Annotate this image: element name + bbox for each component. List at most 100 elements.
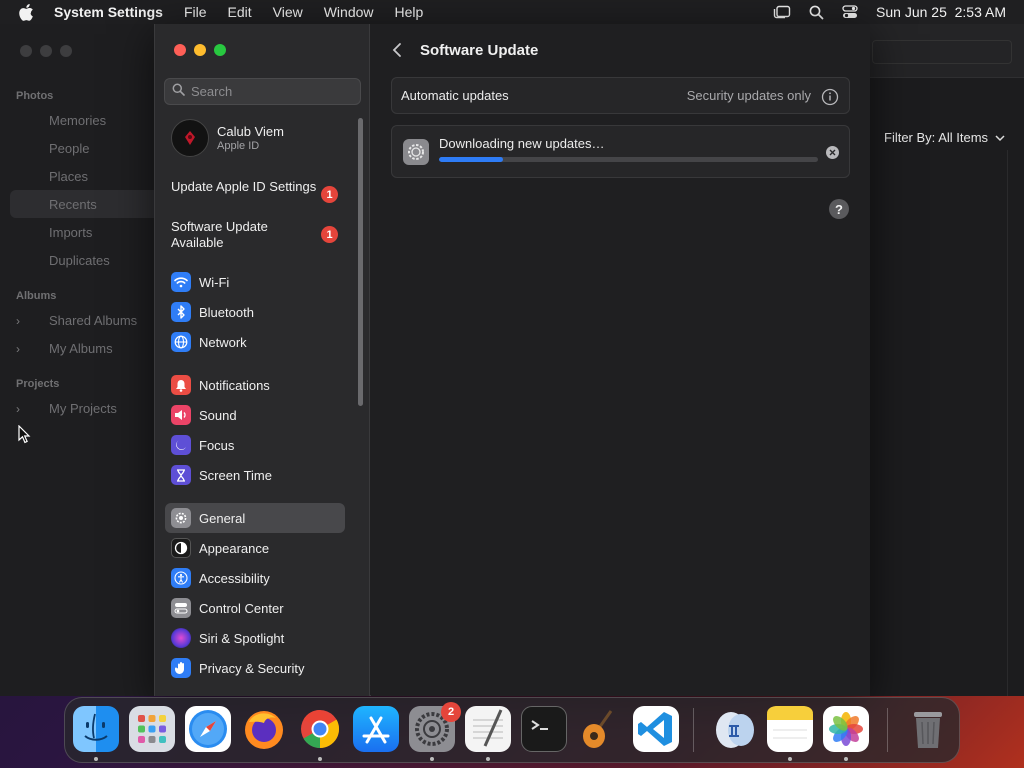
cancel-download-icon[interactable]: [826, 146, 839, 159]
dock-chrome[interactable]: [297, 706, 343, 752]
dock-launchpad[interactable]: [129, 706, 175, 752]
sidebar-item-label: Wi-Fi: [199, 274, 230, 290]
dock-separator: [693, 708, 694, 752]
dock-finder[interactable]: [73, 706, 119, 752]
dock-safari[interactable]: [185, 706, 231, 752]
filter-value: All Items: [938, 130, 989, 145]
vscode-icon: [638, 712, 672, 746]
photos-search-field[interactable]: [872, 40, 1012, 64]
update-apple-id-settings[interactable]: Update Apple ID Settings: [171, 179, 321, 195]
dock-garageband[interactable]: [577, 706, 623, 752]
photos-item-places[interactable]: Places: [49, 169, 88, 184]
close-button[interactable]: [174, 44, 186, 56]
automatic-updates-label: Automatic updates: [401, 88, 509, 103]
dock-notification-badge: 2: [441, 702, 461, 722]
sidebar-item-screen-time[interactable]: Screen Time: [171, 464, 272, 486]
settings-window: Calub Viem Apple ID Update Apple ID Sett…: [154, 24, 870, 696]
sidebar-item-wifi[interactable]: Wi-Fi: [171, 271, 229, 293]
photos-item-duplicates[interactable]: Duplicates: [49, 253, 110, 268]
projects-section-header: Projects: [16, 378, 60, 390]
search-input[interactable]: [191, 84, 351, 99]
sidebar-item-appearance[interactable]: Appearance: [171, 537, 269, 559]
dock-photos[interactable]: [823, 706, 869, 752]
sidebar-item-label: Control Center: [199, 600, 284, 616]
sidebar-scrollbar[interactable]: [358, 118, 363, 406]
help-button[interactable]: ?: [829, 199, 849, 219]
chevron-right-icon[interactable]: ›: [16, 314, 20, 328]
download-progress-bar: [439, 157, 818, 162]
menu-file[interactable]: File: [184, 4, 207, 20]
spotlight-icon[interactable]: [809, 5, 824, 20]
download-progress-row: Downloading new updates…: [391, 125, 850, 178]
dock: 2: [64, 697, 960, 763]
sidebar-item-control-center[interactable]: Control Center: [171, 597, 284, 619]
menu-view[interactable]: View: [273, 4, 303, 20]
clock[interactable]: Sun Jun 25 2:53 AM: [876, 4, 1006, 20]
dock-textedit[interactable]: [465, 706, 511, 752]
apple-id-row[interactable]: Calub Viem Apple ID: [171, 119, 284, 157]
avatar: [171, 119, 209, 157]
photos-item-recents[interactable]: Recents: [49, 197, 97, 212]
dock-trash[interactable]: [905, 706, 951, 752]
dock-terminal[interactable]: [521, 706, 567, 752]
search-field[interactable]: [164, 78, 361, 105]
sidebar-item-siri-spotlight[interactable]: Siri & Spotlight: [171, 627, 284, 649]
menu-window[interactable]: Window: [324, 4, 374, 20]
sidebar-item-bluetooth[interactable]: Bluetooth: [171, 301, 254, 323]
minimize-button[interactable]: [194, 44, 206, 56]
sidebar-item-sound[interactable]: Sound: [171, 404, 237, 426]
menu-edit[interactable]: Edit: [228, 4, 252, 20]
dock-notes[interactable]: [767, 706, 813, 752]
user-subtitle: Apple ID: [217, 140, 260, 152]
photos-window-controls[interactable]: [20, 45, 72, 57]
sidebar-item-privacy-security[interactable]: Privacy & Security: [171, 657, 304, 679]
textedit-icon: [473, 709, 503, 747]
sidebar-item-label: Sound: [199, 407, 237, 423]
filter-by-menu[interactable]: Filter By: All Items: [884, 130, 1005, 145]
bluetooth-icon: [171, 302, 191, 322]
apple-menu-icon[interactable]: [18, 3, 36, 21]
back-chevron-icon[interactable]: [391, 42, 403, 63]
sidebar-item-focus[interactable]: Focus: [171, 434, 234, 456]
photos-item-my-projects[interactable]: My Projects: [49, 401, 117, 416]
chevron-right-icon[interactable]: ›: [16, 402, 20, 416]
photos-grid: [868, 150, 1008, 696]
automatic-updates-value: Security updates only: [686, 88, 811, 103]
app-menu[interactable]: System Settings: [54, 4, 163, 20]
sidebar-item-general[interactable]: General: [171, 507, 245, 529]
info-icon[interactable]: [821, 88, 839, 111]
sidebar-item-label: General: [199, 510, 246, 526]
bell-icon: [171, 375, 191, 395]
zoom-button[interactable]: [214, 44, 226, 56]
dock-vscode[interactable]: [633, 706, 679, 752]
sidebar-item-label: Screen Time: [199, 467, 272, 483]
sidebar-item-network[interactable]: Network: [171, 331, 247, 353]
sidebar-item-accessibility[interactable]: Accessibility: [171, 567, 270, 589]
dock-preview[interactable]: [711, 706, 757, 752]
photos-item-imports[interactable]: Imports: [49, 225, 92, 240]
firefox-icon: [245, 711, 283, 749]
stage-manager-icon[interactable]: [773, 5, 791, 19]
software-update-available[interactable]: Software Update Available: [171, 219, 321, 251]
photos-item-people[interactable]: People: [49, 141, 89, 156]
photos-item-my-albums[interactable]: My Albums: [49, 341, 113, 356]
albums-section-header: Albums: [16, 290, 57, 302]
preview-icon: [716, 712, 754, 748]
photos-item-shared-albums[interactable]: Shared Albums: [49, 313, 137, 328]
wifi-icon: [171, 272, 191, 292]
dock-app-store[interactable]: [353, 706, 399, 752]
sidebar-item-label: Siri & Spotlight: [199, 630, 285, 646]
chevron-right-icon[interactable]: ›: [16, 342, 20, 356]
control-center-icon[interactable]: [842, 5, 858, 19]
sidebar-item-label: Appearance: [199, 540, 270, 556]
photos-item-memories[interactable]: Memories: [49, 113, 106, 128]
sidebar-item-notifications[interactable]: Notifications: [171, 374, 270, 396]
page-title: Software Update: [420, 42, 539, 59]
software-update-gear-icon: [403, 139, 429, 165]
menu-help[interactable]: Help: [395, 4, 424, 20]
running-indicator: [318, 757, 322, 761]
running-indicator: [788, 757, 792, 761]
sidebar-item-label: Privacy & Security: [199, 660, 305, 676]
running-indicator: [844, 757, 848, 761]
dock-firefox[interactable]: [241, 706, 287, 752]
